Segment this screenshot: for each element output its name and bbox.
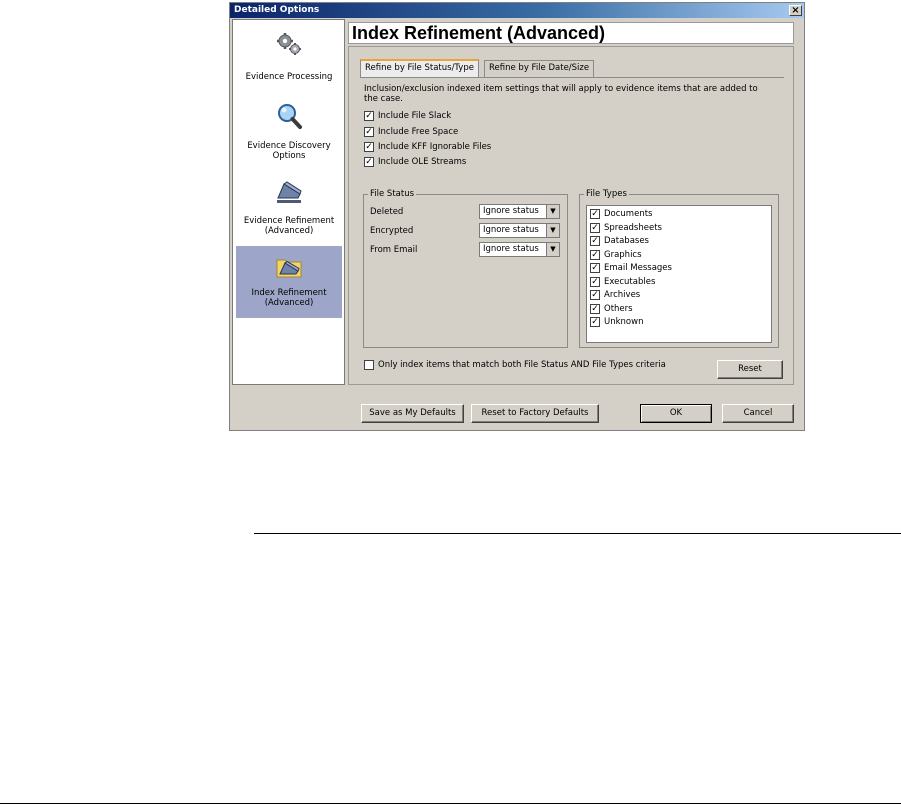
reset-button[interactable]: Reset — [717, 360, 783, 379]
from-email-status-select[interactable]: Ignore status ▼ — [479, 242, 560, 257]
checkbox-checked-icon: ✓ — [590, 303, 600, 314]
file-status-group: File Status Deleted Ignore status ▼ Encr… — [363, 189, 568, 348]
cancel-button[interactable]: Cancel — [722, 404, 794, 423]
close-icon: × — [791, 5, 800, 16]
tab-divider — [360, 77, 784, 78]
nav-label: Evidence Refinement (Advanced) — [243, 216, 335, 236]
detailed-options-dialog: Detailed Options × Evidence Processing E… — [229, 2, 805, 431]
checkbox-label: Include Free Space — [378, 127, 459, 137]
nav-label: Evidence Discovery Options — [247, 141, 331, 161]
list-item-label: Unknown — [604, 317, 644, 327]
page-title: Index Refinement (Advanced) — [348, 22, 794, 44]
file-type-others[interactable]: ✓ Others — [590, 303, 633, 316]
checkbox-checked-icon: ✓ — [590, 209, 600, 219]
nav-item-index-refinement[interactable]: Index Refinement (Advanced) — [236, 246, 342, 318]
checkbox-checked-icon: ✓ — [590, 276, 600, 287]
file-type-databases[interactable]: ✓ Databases — [590, 236, 649, 248]
file-type-spreadsheets[interactable]: ✓ Spreadsheets — [590, 222, 662, 235]
select-value: Ignore status — [483, 244, 539, 254]
ok-button[interactable]: OK — [640, 404, 712, 423]
title-bar: Detailed Options × — [230, 3, 804, 18]
tab-refine-by-file-date-size[interactable]: Refine by File Date/Size — [484, 60, 595, 77]
checkbox-unchecked-icon — [364, 360, 374, 370]
content-panel: Refine by File Status/Type Refine by Fil… — [348, 46, 794, 385]
options-nav-panel: Evidence Processing Evidence Discovery O… — [232, 19, 345, 385]
file-type-unknown[interactable]: ✓ Unknown — [590, 317, 643, 329]
list-item-label: Graphics — [604, 249, 642, 260]
status-label: From Email — [370, 245, 418, 255]
magnifier-icon — [278, 104, 302, 129]
page-footer-line — [0, 803, 901, 804]
status-label: Deleted — [370, 207, 404, 217]
include-ole-streams-checkbox[interactable]: ✓ Include OLE Streams — [364, 157, 466, 169]
list-item-label: Executables — [604, 276, 656, 287]
chevron-down-icon: ▼ — [546, 205, 559, 218]
nav-label: Index Refinement (Advanced) — [251, 288, 327, 308]
page-divider-line — [254, 533, 901, 534]
gears-icon — [277, 33, 301, 55]
reset-to-factory-defaults-button[interactable]: Reset to Factory Defaults — [471, 404, 599, 423]
folder-stapler-icon — [276, 259, 302, 278]
match-both-criteria-checkbox[interactable]: Only index items that match both File St… — [364, 360, 666, 372]
status-label: Encrypted — [370, 226, 414, 236]
stapler-icon — [277, 181, 302, 203]
group-title: File Types — [584, 189, 629, 199]
group-title: File Status — [368, 189, 417, 199]
file-types-list: ✓ Documents ✓ Spreadsheets ✓ Databases ✓ Gra… — [586, 205, 772, 343]
chevron-down-icon: ▼ — [546, 243, 559, 256]
checkbox-checked-icon: ✓ — [590, 249, 600, 260]
tab-refine-by-file-status-type[interactable]: Refine by File Status/Type — [360, 59, 479, 77]
list-item-label: Documents — [604, 209, 653, 219]
close-button[interactable]: × — [789, 5, 802, 16]
file-type-email-messages[interactable]: ✓ Email Messages — [590, 263, 672, 275]
list-item-label: Email Messages — [604, 263, 672, 273]
checkbox-label: Include KFF Ignorable Files — [378, 142, 492, 152]
checkbox-checked-icon: ✓ — [364, 127, 374, 137]
include-kff-ignorable-checkbox[interactable]: ✓ Include KFF Ignorable Files — [364, 142, 491, 154]
nav-item-evidence-processing[interactable]: Evidence Processing — [236, 24, 342, 96]
file-type-graphics[interactable]: ✓ Graphics — [590, 249, 642, 262]
nav-label: Evidence Processing — [245, 72, 333, 82]
include-file-slack-checkbox[interactable]: ✓ Include File Slack — [364, 111, 451, 123]
checkbox-checked-icon: ✓ — [364, 142, 374, 152]
checkbox-checked-icon: ✓ — [590, 222, 600, 233]
checkbox-label: Include OLE Streams — [378, 157, 467, 167]
list-item-label: Others — [604, 303, 633, 314]
deleted-status-select[interactable]: Ignore status ▼ — [479, 204, 560, 219]
file-types-group: File Types ✓ Documents ✓ Spreadsheets ✓ Dat… — [579, 189, 779, 348]
include-free-space-checkbox[interactable]: ✓ Include Free Space — [364, 127, 458, 139]
list-item-label: Spreadsheets — [604, 222, 662, 233]
checkbox-checked-icon: ✓ — [364, 157, 374, 167]
checkbox-label: Only index items that match both File St… — [378, 360, 666, 370]
file-type-archives[interactable]: ✓ Archives — [590, 290, 640, 302]
checkbox-checked-icon: ✓ — [590, 236, 600, 246]
encrypted-status-select[interactable]: Ignore status ▼ — [479, 223, 560, 238]
file-type-documents[interactable]: ✓ Documents — [590, 209, 652, 221]
checkbox-label: Include File Slack — [378, 111, 452, 121]
file-type-executables[interactable]: ✓ Executables — [590, 276, 656, 289]
nav-item-evidence-refinement[interactable]: Evidence Refinement (Advanced) — [236, 172, 342, 244]
list-item-label: Archives — [604, 290, 641, 300]
nav-item-evidence-discovery[interactable]: Evidence Discovery Options — [236, 98, 342, 170]
save-as-my-defaults-button[interactable]: Save as My Defaults — [361, 404, 464, 423]
chevron-down-icon: ▼ — [546, 224, 559, 237]
checkbox-checked-icon: ✓ — [590, 317, 600, 327]
select-value: Ignore status — [483, 206, 539, 216]
checkbox-checked-icon: ✓ — [590, 263, 600, 273]
checkbox-checked-icon: ✓ — [364, 111, 374, 121]
list-item-label: Databases — [604, 236, 649, 246]
select-value: Ignore status — [483, 225, 539, 235]
window-title: Detailed Options — [234, 5, 320, 15]
checkbox-checked-icon: ✓ — [590, 290, 600, 300]
description-text: Inclusion/exclusion indexed item setting… — [364, 84, 758, 104]
